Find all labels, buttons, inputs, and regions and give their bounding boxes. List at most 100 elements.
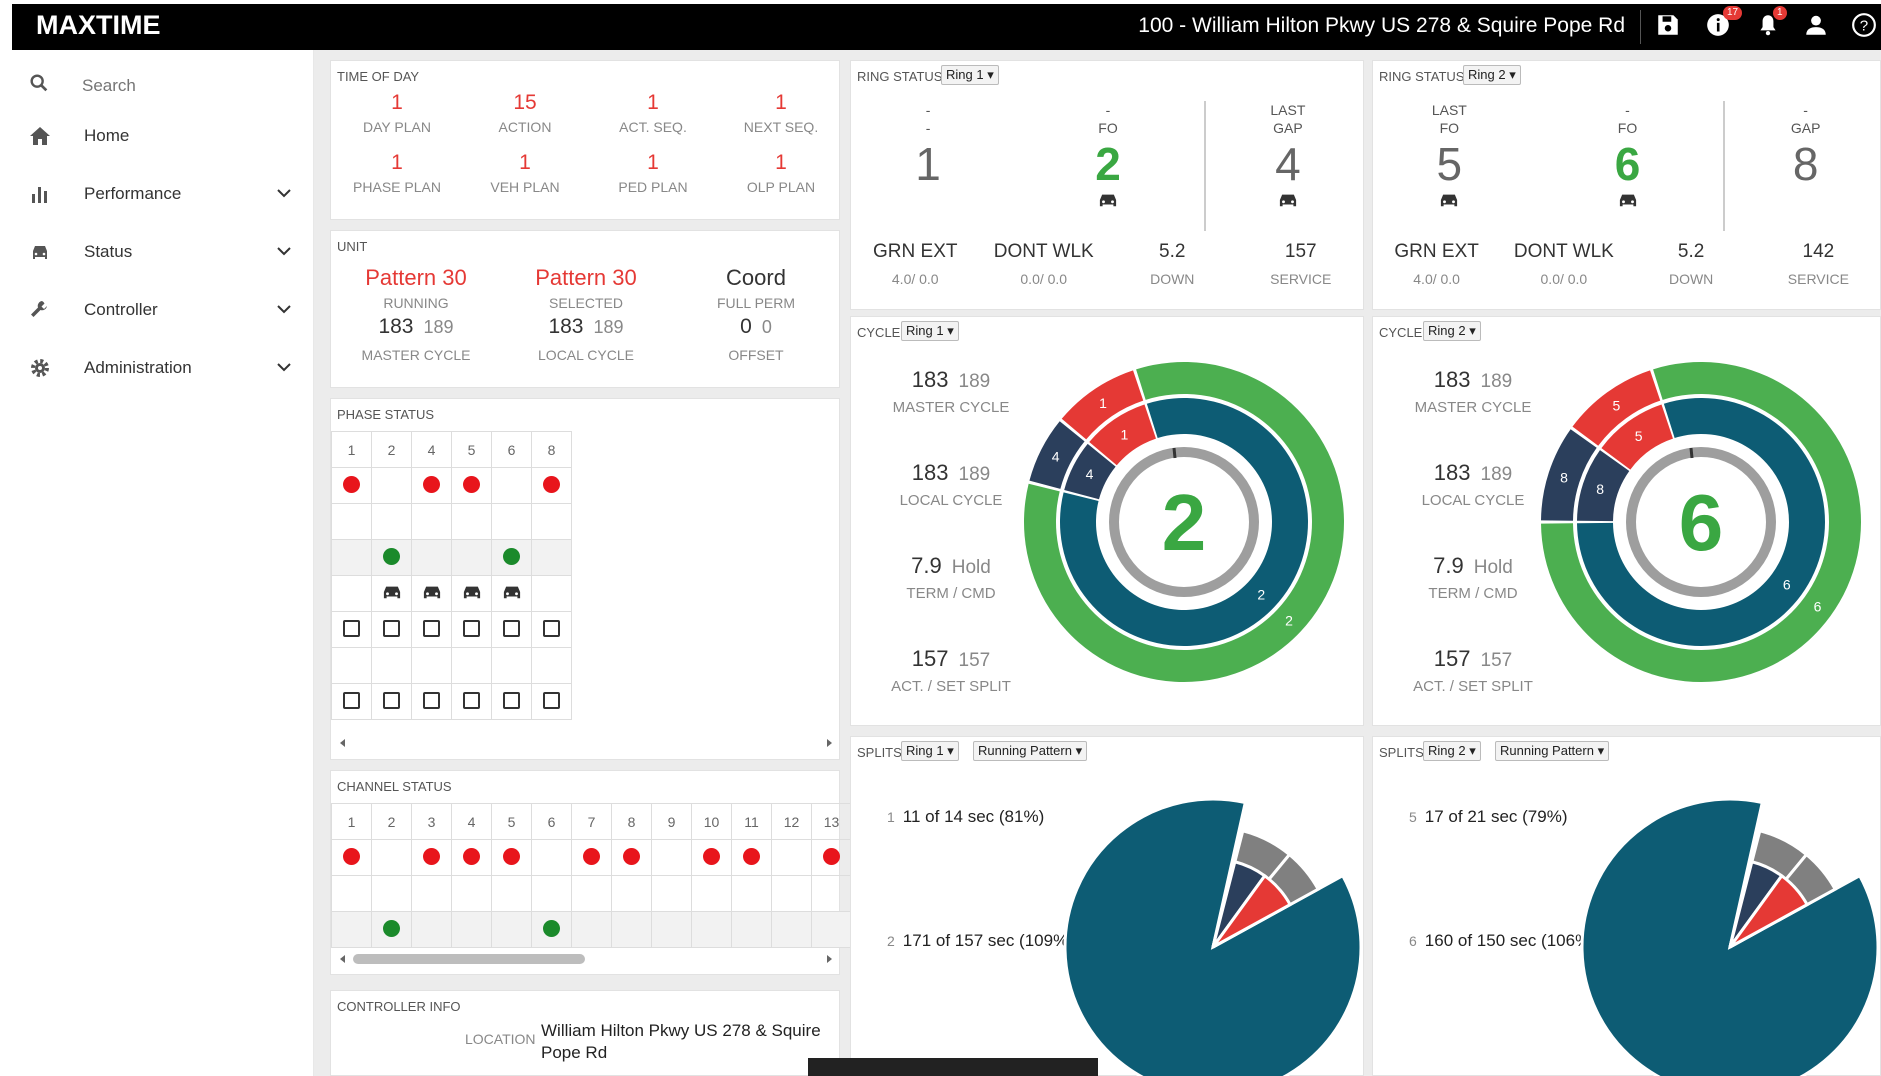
table-cell xyxy=(691,839,732,876)
table-cell xyxy=(531,611,572,648)
table-cell xyxy=(411,839,452,876)
ring-select[interactable]: Ring 2 ▾ xyxy=(1423,741,1481,761)
phase-number: 6 xyxy=(1614,138,1641,190)
sidebar-item-label: Performance xyxy=(84,184,182,203)
ring-stat-value: GRN EXT xyxy=(1394,241,1479,262)
split-pie-chart xyxy=(1063,797,1363,1076)
ring-stat-value: 157 xyxy=(1284,241,1317,262)
ring-phase: Last Gap 4 xyxy=(1228,101,1348,211)
help-icon[interactable]: ? xyxy=(1851,12,1881,42)
table-cell xyxy=(611,875,652,912)
split-phase-number: 2 xyxy=(887,933,895,949)
pattern-select[interactable]: Running Pattern ▾ xyxy=(1495,741,1610,761)
phase-number: 8 xyxy=(1792,138,1819,190)
column-header: 4 xyxy=(411,431,452,468)
ring-stat-label: Down xyxy=(1150,271,1195,287)
table-cell xyxy=(331,683,372,720)
card-title: Ring Status xyxy=(1379,69,1465,84)
app-logo[interactable]: MAXTIME xyxy=(36,10,161,41)
sidebar-item-administration[interactable]: Administration xyxy=(12,344,314,394)
cycle-value: 7.9 Hold xyxy=(871,553,1031,579)
split-phase-number: 1 xyxy=(887,809,895,825)
ring-select[interactable]: Ring 1 ▾ xyxy=(901,321,959,341)
table-cell xyxy=(451,647,492,684)
tod-value: 1 xyxy=(647,91,659,114)
segment-label: 4 xyxy=(1052,449,1060,465)
ring-select[interactable]: Ring 2 ▾ xyxy=(1423,321,1481,341)
cycle-ring-chart: 6 8 5 6 8 5 6 xyxy=(1541,362,1861,682)
red-indicator xyxy=(543,475,560,493)
horizontal-scrollbar[interactable] xyxy=(331,733,841,753)
table-cell xyxy=(451,539,492,576)
sidebar-item-controller[interactable]: Controller xyxy=(12,286,314,336)
ring-phase: Last FO 5 xyxy=(1389,101,1509,211)
table-cell xyxy=(491,503,532,540)
checkbox-icon xyxy=(383,619,400,637)
table-cell xyxy=(331,911,372,948)
ring-select[interactable]: Ring 1 ▾ xyxy=(941,65,999,85)
bell-icon[interactable]: 1 xyxy=(1755,6,1787,42)
table-cell xyxy=(491,683,532,720)
checkbox-icon xyxy=(343,691,360,709)
table-row xyxy=(331,683,572,720)
phase-status-line2: FO xyxy=(1617,120,1638,136)
segment-label: 8 xyxy=(1596,481,1604,497)
table-cell xyxy=(651,839,692,876)
info-icon[interactable]: 17 xyxy=(1705,6,1743,42)
table-cell xyxy=(371,539,412,576)
table-cell xyxy=(571,875,612,912)
tod-value: 1 xyxy=(775,91,787,114)
table-cell xyxy=(331,839,372,876)
table-header-row: 124568 xyxy=(331,431,572,468)
car-icon xyxy=(421,586,443,604)
chevron-down-icon xyxy=(276,186,292,204)
phase-number: 2 xyxy=(1095,138,1121,190)
gear-icon xyxy=(28,356,54,382)
red-indicator xyxy=(463,847,480,865)
unit-value-sub: 0 xyxy=(761,317,772,337)
sidebar-item-status[interactable]: Status xyxy=(12,228,314,278)
sidebar-search[interactable] xyxy=(12,60,314,110)
ring-stat-label: 4.0/ 0.0 xyxy=(1413,271,1460,287)
pattern-select[interactable]: Running Pattern ▾ xyxy=(973,741,1088,761)
cycle-value: 183 189 xyxy=(871,367,1031,393)
segment-label: 6 xyxy=(1783,576,1791,592)
cycle-value-main: 183 xyxy=(1433,460,1471,485)
segment-label: 5 xyxy=(1635,428,1643,444)
car-icon xyxy=(1746,191,1866,211)
ring-stat-label: 0.0/ 0.0 xyxy=(1020,271,1068,287)
location-line-2: Pope Rd xyxy=(541,1043,608,1062)
horizontal-scrollbar[interactable] xyxy=(331,949,841,969)
table-cell xyxy=(491,647,532,684)
table-cell xyxy=(531,539,572,576)
ring-select[interactable]: Ring 1 ▾ xyxy=(901,741,959,761)
split-line: 2 171 of 157 sec (109%) xyxy=(887,931,1074,951)
cycle-value-sub: 189 xyxy=(958,464,991,485)
user-icon[interactable] xyxy=(1803,12,1833,42)
cycle-value: 183 189 xyxy=(1393,460,1553,486)
split-line: 1 11 of 14 sec (81%) xyxy=(887,807,1044,827)
sidebar-item-home[interactable]: Home xyxy=(12,112,314,162)
unit-value: 00 xyxy=(671,315,841,339)
ring-select[interactable]: Ring 2 ▾ xyxy=(1463,65,1521,85)
cycle-label: Act. / Set Split xyxy=(891,678,1011,695)
table-cell xyxy=(531,683,572,720)
splits-card-2: Splits Ring 2 ▾ Running Pattern ▾ 5 17 of 21… xyxy=(1372,736,1881,1076)
card-title: Splits xyxy=(1379,745,1424,760)
segment-label: 1 xyxy=(1121,426,1129,442)
phase-number: 4 xyxy=(1275,138,1301,190)
tod-label: Veh Plan xyxy=(490,179,560,195)
save-icon[interactable] xyxy=(1655,12,1685,42)
chevron-down-icon xyxy=(276,244,292,262)
sidebar-item-label: Home xyxy=(84,126,130,145)
ring-stat-value: DONT WLK xyxy=(993,241,1094,262)
column-header: 12 xyxy=(771,803,812,840)
column-header: 1 xyxy=(331,431,372,468)
car-icon xyxy=(1228,191,1348,211)
ring-stat-value: DONT WLK xyxy=(1513,241,1614,262)
segment-label: 2 xyxy=(1257,587,1265,603)
search-input[interactable] xyxy=(82,76,282,96)
red-indicator xyxy=(423,847,440,865)
intersection-title: 100 - William Hilton Pkwy US 278 & Squir… xyxy=(1138,14,1625,37)
sidebar-item-performance[interactable]: Performance xyxy=(12,170,314,220)
